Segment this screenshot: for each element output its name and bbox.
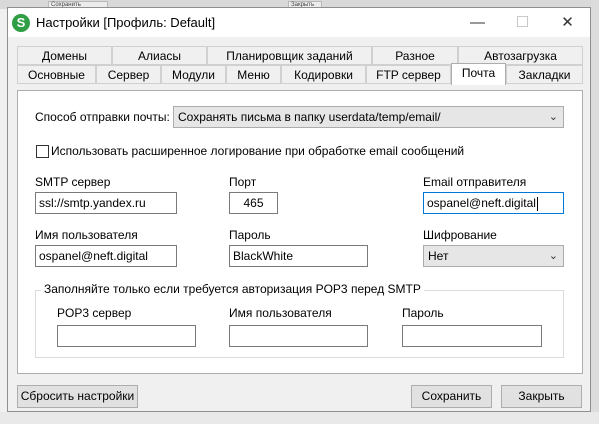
pop3-server-input[interactable] <box>57 325 196 347</box>
pop3-groupbox <box>35 290 564 358</box>
port-label: Порт <box>229 175 257 189</box>
close-window-button[interactable]: ✕ <box>545 8 590 37</box>
send-method-value: Сохранять письма в папку userdata/temp/e… <box>178 110 441 124</box>
tab-scheduler[interactable]: Планировщик заданий <box>207 46 372 65</box>
sender-email-label: Email отправителя <box>423 175 527 189</box>
tab-server[interactable]: Сервер <box>96 65 161 84</box>
close-button[interactable]: Закрыть <box>501 385 582 408</box>
minimize-button[interactable]: — <box>455 8 500 37</box>
pop3-server-label: POP3 сервер <box>57 306 132 320</box>
tab-misc[interactable]: Разное <box>372 46 458 65</box>
tab-general[interactable]: Основные <box>17 65 96 84</box>
encryption-label: Шифрование <box>423 228 497 242</box>
sender-email-input[interactable]: ospanel@neft.digital <box>423 192 564 214</box>
mail-settings-panel: Способ отправки почты: Сохранять письма … <box>17 90 583 374</box>
tab-aliases[interactable]: Алиасы <box>112 46 207 65</box>
password-input[interactable]: BlackWhite <box>229 245 368 267</box>
tab-mail[interactable]: Почта <box>451 63 506 85</box>
maximize-icon: ☐ <box>515 14 530 31</box>
tab-modules[interactable]: Модули <box>161 65 226 84</box>
tab-domains[interactable]: Домены <box>17 46 112 65</box>
password-label: Пароль <box>229 228 271 242</box>
send-method-label: Способ отправки почты: <box>35 110 170 124</box>
settings-dialog: S Настройки [Профиль: Default] — ☐ ✕ Дом… <box>7 7 591 412</box>
username-label: Имя пользователя <box>35 228 138 242</box>
save-button[interactable]: Сохранить <box>411 385 492 408</box>
sender-email-value: ospanel@neft.digital <box>427 196 536 210</box>
maximize-button: ☐ <box>500 8 545 37</box>
encryption-value: Нет <box>428 249 449 263</box>
app-logo-icon: S <box>12 14 30 32</box>
tab-menu[interactable]: Меню <box>226 65 281 84</box>
extended-logging-label: Использовать расширенное логирование при… <box>51 144 465 158</box>
smtp-server-input[interactable]: ssl://smtp.yandex.ru <box>35 192 177 214</box>
smtp-server-label: SMTP сервер <box>35 175 111 189</box>
title-bar[interactable]: S Настройки [Профиль: Default] — ☐ ✕ <box>8 8 590 37</box>
chevron-down-icon: ⌄ <box>548 111 558 123</box>
background-window-edge <box>591 0 599 424</box>
username-input[interactable]: ospanel@neft.digital <box>35 245 177 267</box>
tab-bookmarks[interactable]: Закладки <box>506 65 583 84</box>
chevron-down-icon: ⌄ <box>548 250 558 262</box>
encryption-select[interactable]: Нет ⌄ <box>423 245 564 267</box>
pop3-username-label: Имя пользователя <box>229 306 332 320</box>
pop3-password-input[interactable] <box>402 325 542 347</box>
pop3-group-title: Заполняйте только если требуется авториз… <box>41 282 424 296</box>
reset-settings-button[interactable]: Сбросить настройки <box>17 385 138 408</box>
extended-logging-checkbox[interactable] <box>36 145 49 158</box>
pop3-password-label: Пароль <box>402 306 444 320</box>
pop3-username-input[interactable] <box>229 325 368 347</box>
minimize-icon: — <box>470 14 485 31</box>
window-title: Настройки [Профиль: Default] <box>36 15 216 30</box>
background-window-bottom <box>0 412 599 424</box>
tab-ftp-server[interactable]: FTP сервер <box>366 65 451 84</box>
close-icon: ✕ <box>561 14 574 31</box>
text-cursor <box>536 196 538 211</box>
port-input[interactable]: 465 <box>229 192 278 214</box>
tab-encodings[interactable]: Кодировки <box>281 65 366 84</box>
send-method-select[interactable]: Сохранять письма в папку userdata/temp/e… <box>173 106 564 128</box>
